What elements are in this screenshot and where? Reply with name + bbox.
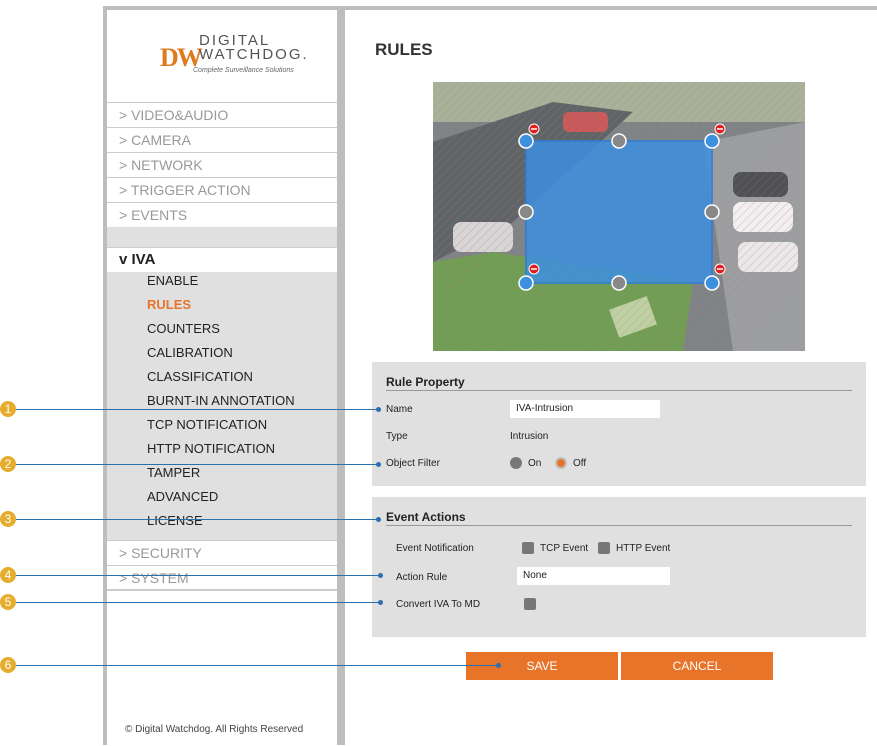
event-notification-label: Event Notification xyxy=(396,543,474,554)
logo-tagline: Complete Surveillance Solutions xyxy=(193,67,294,74)
submenu-burnt-in-annotation[interactable]: BURNT-IN ANNOTATION xyxy=(147,393,295,409)
action-rule-label: Action Rule xyxy=(396,572,448,583)
callout-1-line xyxy=(16,409,378,410)
submenu-calibration[interactable]: CALIBRATION xyxy=(147,345,233,361)
callout-2: 2 xyxy=(0,456,16,472)
type-value: Intrusion xyxy=(510,431,549,442)
callout-6: 6 xyxy=(0,657,16,673)
cancel-button[interactable]: CANCEL xyxy=(621,652,773,680)
object-filter-label: Object Filter xyxy=(386,458,440,469)
save-button[interactable]: SAVE xyxy=(466,652,618,680)
name-input[interactable]: IVA-Intrusion xyxy=(510,400,660,418)
rule-property-title: Rule Property xyxy=(386,375,465,389)
footer-copyright: © Digital Watchdog. All Rights Reserved xyxy=(125,724,304,735)
submenu-classification[interactable]: CLASSIFICATION xyxy=(147,369,253,385)
object-filter-off-radio[interactable] xyxy=(555,457,567,469)
callout-5-dot xyxy=(378,600,383,605)
event-actions-panel: Event Actions Event Notification TCP Eve… xyxy=(372,497,866,637)
submenu-enable[interactable]: ENABLE xyxy=(147,273,198,289)
sidebar-empty-area xyxy=(107,590,337,746)
event-actions-divider xyxy=(386,525,852,526)
callout-1: 1 xyxy=(0,401,16,417)
callout-5-line xyxy=(16,602,380,603)
name-label: Name xyxy=(386,404,413,415)
callout-4: 4 xyxy=(0,567,16,583)
menu-item-events[interactable]: > EVENTS xyxy=(107,202,337,227)
convert-iva-checkbox[interactable] xyxy=(524,598,536,610)
callout-3-dot xyxy=(376,517,381,522)
callout-2-dot xyxy=(376,462,381,467)
callout-6-line xyxy=(16,665,498,666)
camera-preview-scene xyxy=(433,82,805,351)
object-filter-off-label: Off xyxy=(573,458,587,469)
sidebar: DW DIGITAL WATCHDOG. Complete Surveillan… xyxy=(103,6,341,746)
callout-3-line xyxy=(16,519,378,520)
detection-zone[interactable] xyxy=(525,140,713,284)
callout-6-dot xyxy=(496,663,501,668)
callout-2-line xyxy=(16,464,378,465)
object-filter-on-label: On xyxy=(528,458,542,469)
convert-iva-label: Convert IVA To MD xyxy=(396,599,481,610)
callout-1-dot xyxy=(376,407,381,412)
http-event-checkbox[interactable] xyxy=(598,542,610,554)
submenu-license[interactable]: LICENSE xyxy=(147,513,203,529)
submenu-tcp-notification[interactable]: TCP NOTIFICATION xyxy=(147,417,267,433)
logo-text: DIGITAL WATCHDOG. xyxy=(199,32,309,63)
page-title: RULES xyxy=(375,40,433,59)
callout-3: 3 xyxy=(0,511,16,527)
callout-5: 5 xyxy=(0,594,16,610)
submenu-advanced[interactable]: ADVANCED xyxy=(147,489,218,505)
menu-item-system[interactable]: > SYSTEM xyxy=(107,565,337,590)
submenu-http-notification[interactable]: HTTP NOTIFICATION xyxy=(147,441,275,457)
object-filter-on-radio[interactable] xyxy=(510,457,522,469)
callout-4-dot xyxy=(378,573,383,578)
menu-item-security[interactable]: > SECURITY xyxy=(107,540,337,565)
type-label: Type xyxy=(386,431,408,442)
tcp-event-checkbox[interactable] xyxy=(522,542,534,554)
action-rule-input[interactable]: None xyxy=(517,567,670,585)
http-event-label: HTTP Event xyxy=(616,543,671,554)
callout-4-line xyxy=(16,575,380,576)
camera-preview[interactable] xyxy=(433,82,805,351)
menu-item-video-audio[interactable]: > VIDEO&AUDIO xyxy=(107,102,337,127)
tcp-event-label: TCP Event xyxy=(540,543,589,554)
menu-item-trigger-action[interactable]: > TRIGGER ACTION xyxy=(107,177,337,202)
brand-logo: DW DIGITAL WATCHDOG. Complete Surveillan… xyxy=(107,10,337,108)
submenu-counters[interactable]: COUNTERS xyxy=(147,321,220,337)
menu-item-iva[interactable]: v IVA xyxy=(107,247,337,272)
rule-property-divider xyxy=(386,390,852,391)
submenu-rules[interactable]: RULES xyxy=(147,297,191,313)
event-actions-title: Event Actions xyxy=(386,510,466,524)
rule-property-panel: Rule Property Name IVA-Intrusion Type In… xyxy=(372,362,866,486)
menu-item-camera[interactable]: > CAMERA xyxy=(107,127,337,152)
divider xyxy=(341,6,345,745)
top-border xyxy=(345,6,877,10)
submenu-tamper[interactable]: TAMPER xyxy=(147,465,200,481)
menu-item-network[interactable]: > NETWORK xyxy=(107,152,337,177)
